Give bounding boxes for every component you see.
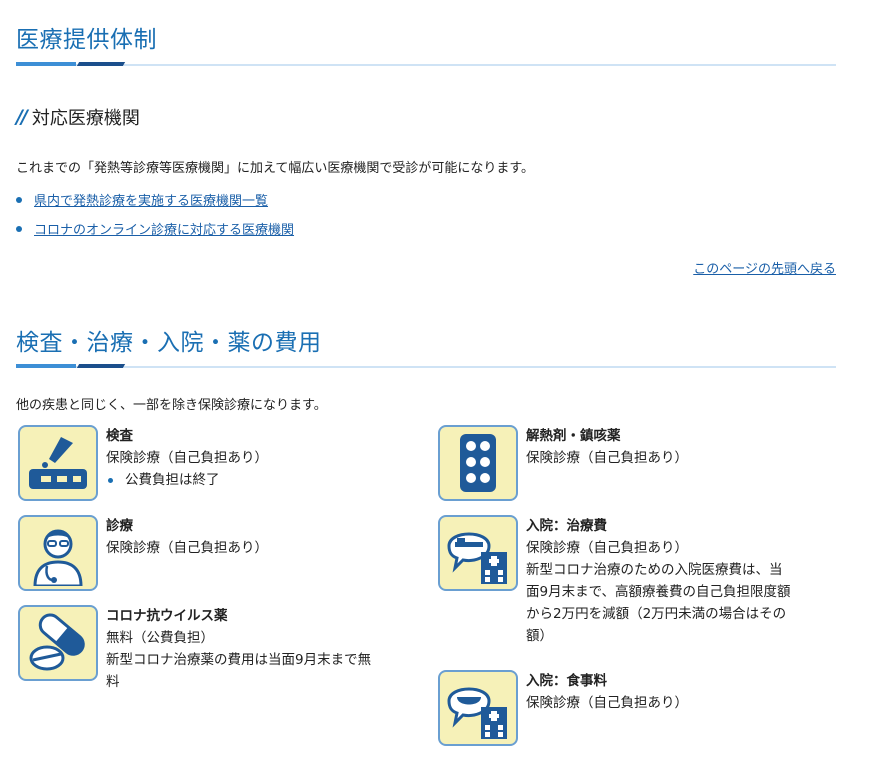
cost-item-line: から2万円を減額（2万円未満の場合はその <box>526 606 787 622</box>
section-title-underline <box>16 364 836 370</box>
costs-intro-text: 他の疾患と同じく、一部を除き保険診療になります。 <box>16 398 327 413</box>
cost-item-antiviral: コロナ抗ウイルス薬 無料（公費負担） 新型コロナ治療薬の費用は当面9月末まで無 … <box>18 605 371 693</box>
cost-item-title: 診療 <box>106 518 133 534</box>
back-to-top-link[interactable]: このページの先頭へ戻る <box>693 258 836 277</box>
cost-item-line: 保険診療（自己負担あり） <box>106 540 268 556</box>
cost-item-title: 入院：食事料 <box>526 673 607 689</box>
page: 医療提供体制 // 対応医療機関 これまでの「発熱等診療等医療機関」に加えて幅広… <box>0 0 886 784</box>
cost-item-text: コロナ抗ウイルス薬 無料（公費負担） 新型コロナ治療薬の費用は当面9月末まで無 … <box>106 605 371 693</box>
slash-icon: // <box>16 106 28 128</box>
doctor-icon <box>18 515 98 591</box>
cost-item-title: 入院：治療費 <box>526 518 607 534</box>
cost-item-line: 保険診療（自己負担あり） <box>106 450 268 466</box>
cost-item-line: 額） <box>526 628 553 644</box>
cost-item-line: 保険診療（自己負担あり） <box>526 450 688 466</box>
cost-item-text: 解熱剤・鎮咳薬 保険診療（自己負担あり） <box>526 425 688 501</box>
cost-item-consultation: 診療 保険診療（自己負担あり） <box>18 515 268 591</box>
cost-item-text: 入院：食事料 保険診療（自己負担あり） <box>526 670 688 746</box>
cost-item-medicine: 解熱剤・鎮咳薬 保険診療（自己負担あり） <box>438 425 688 501</box>
cost-item-text: 入院：治療費 保険診療（自己負担あり） 新型コロナ治療のための入院医療費は、当 … <box>526 515 791 647</box>
list-item: 県内で発熱診療を実施する医療機関一覧 <box>16 190 268 209</box>
bullet-icon <box>16 225 22 232</box>
bullet-icon <box>108 477 113 483</box>
bullet-icon <box>16 196 22 203</box>
cost-item-hospital-meals: 入院：食事料 保険診療（自己負担あり） <box>438 670 688 746</box>
section-title-underline <box>16 62 836 68</box>
subheading: // 対応医療機関 <box>16 104 140 130</box>
subheading-label: 対応医療機関 <box>31 108 140 129</box>
cost-item-line: 料 <box>106 674 120 690</box>
cost-item-line: 新型コロナ治療のための入院医療費は、当 <box>526 562 783 578</box>
cost-item-line: 面9月末まで、高額療養費の自己負担限度額 <box>526 584 791 600</box>
cost-item-line: 無料（公費負担） <box>106 630 214 646</box>
cost-item-text: 検査 保険診療（自己負担あり） 公費負担は終了 <box>106 425 268 501</box>
hospital-bed-icon <box>438 515 518 591</box>
cost-item-title: 検査 <box>106 428 133 444</box>
intro-text: これまでの「発熱等診療等医療機関」に加えて幅広い医療機関で受診が可能になります。 <box>16 161 535 176</box>
medicine-tablets-icon <box>438 425 518 501</box>
cost-item-title: コロナ抗ウイルス薬 <box>106 608 228 624</box>
cost-item-title: 解熱剤・鎮咳薬 <box>526 428 621 444</box>
hospital-meal-icon <box>438 670 518 746</box>
link-online-clinics[interactable]: コロナのオンライン診療に対応する医療機関 <box>34 219 294 238</box>
cost-item-line: 保険診療（自己負担あり） <box>526 695 688 711</box>
section-title-costs: 検査・治療・入院・薬の費用 <box>16 330 322 356</box>
test-kit-icon <box>18 425 98 501</box>
cost-item-hospital-treatment: 入院：治療費 保険診療（自己負担あり） 新型コロナ治療のための入院医療費は、当 … <box>438 515 791 647</box>
cost-item-bullet: 公費負担は終了 <box>106 469 268 491</box>
cost-item-bullet-text: 公費負担は終了 <box>125 472 220 488</box>
cost-item-line: 保険診療（自己負担あり） <box>526 540 688 556</box>
link-fever-clinics[interactable]: 県内で発熱診療を実施する医療機関一覧 <box>34 190 268 209</box>
cost-item-test: 検査 保険診療（自己負担あり） 公費負担は終了 <box>18 425 268 501</box>
cost-item-line: 新型コロナ治療薬の費用は当面9月末まで無 <box>106 652 372 668</box>
list-item: コロナのオンライン診療に対応する医療機関 <box>16 219 294 238</box>
section-title-medical-system: 医療提供体制 <box>16 27 157 53</box>
capsule-pill-icon <box>18 605 98 681</box>
cost-item-text: 診療 保険診療（自己負担あり） <box>106 515 268 591</box>
